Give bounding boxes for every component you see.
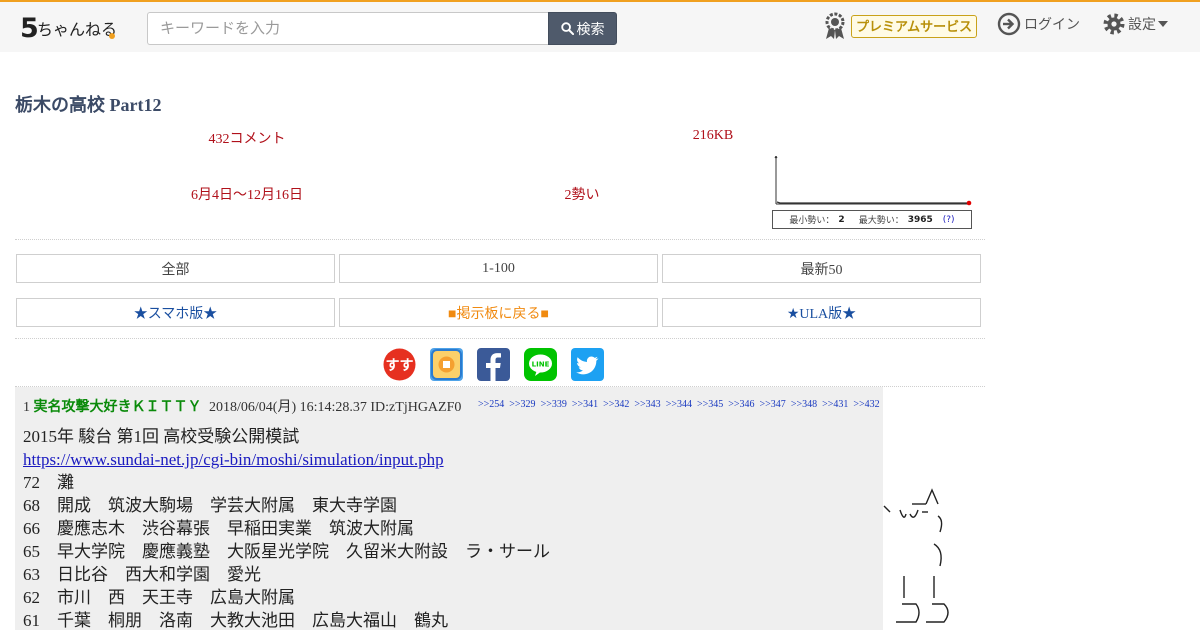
- post-number[interactable]: 1: [23, 400, 30, 415]
- back-to-board-button[interactable]: ■掲示板に戻る■: [339, 298, 658, 327]
- login-icon: [997, 12, 1021, 36]
- facebook-icon: [486, 353, 501, 381]
- settings-menu[interactable]: 設定: [1102, 12, 1168, 36]
- smartphone-version-button[interactable]: ★スマホ版★: [16, 298, 335, 327]
- divider: [15, 239, 985, 240]
- date-range: 6月4日〜12月16日: [191, 188, 303, 203]
- range-button[interactable]: 1-100: [339, 254, 658, 283]
- line-icon: LINE: [524, 348, 557, 381]
- search-input[interactable]: [147, 12, 549, 45]
- reply-link[interactable]: >>348: [791, 399, 817, 410]
- show-all-button[interactable]: 全部: [16, 254, 335, 283]
- share-hatena-button[interactable]: [430, 348, 463, 381]
- post-line: 63 日比谷 西大和学園 愛光: [23, 565, 261, 584]
- svg-text:LINE: LINE: [532, 361, 550, 369]
- post-line: 72 灘: [23, 473, 74, 492]
- ascii-art-cat: [883, 488, 949, 623]
- header-bar: 5 ちゃんねる 検索 プレミアムサービス ログイン: [0, 0, 1200, 52]
- settings-label: 設定: [1128, 16, 1156, 32]
- post-line: 65 早大学院 慶應義塾 大阪星光学院 久留米大附設 ラ・サール: [23, 542, 550, 561]
- post-line: 61 千葉 桐朋 洛南 大教大池田 広島大福山 鶴丸: [23, 611, 448, 630]
- comment-count: 432コメント: [208, 132, 286, 147]
- login-label: ログイン: [1024, 16, 1080, 32]
- search-button[interactable]: 検索: [548, 12, 617, 45]
- award-icon: [825, 12, 845, 39]
- post-line: 62 市川 西 天王寺 広島大附属: [23, 588, 295, 607]
- twitter-icon: [576, 356, 599, 375]
- premium-link[interactable]: プレミアムサービス: [823, 12, 978, 40]
- reply-link[interactable]: >>346: [728, 399, 754, 410]
- reply-link[interactable]: >>347: [760, 399, 786, 410]
- reply-link[interactable]: >>329: [509, 399, 535, 410]
- search-icon: [560, 22, 574, 35]
- graph-max: 3965: [907, 214, 933, 225]
- caret-down-icon: [1158, 21, 1168, 27]
- post-line: 2015年 駿台 第1回 高校受験公開模試: [23, 427, 300, 446]
- post-author: 実名攻撃大好きＫＩＴＴＹ: [33, 400, 202, 415]
- ula-version-button[interactable]: ★ULA版★: [662, 298, 981, 327]
- thread-title: 栃木の高校 Part12: [15, 95, 162, 115]
- post-id[interactable]: ID:zTjHGAZF0: [370, 400, 461, 415]
- graph-legend: 最小勢い： 2 最大勢い： 3965 (?): [772, 210, 972, 229]
- divider: [15, 338, 985, 339]
- site-logo[interactable]: 5 ちゃんねる: [20, 10, 116, 44]
- reply-links: >>254 >>329 >>339 >>341 >>342 >>343 >>344 >>345…: [478, 399, 885, 410]
- svg-text:5: 5: [20, 13, 39, 44]
- thread-size: 216KB: [692, 128, 734, 143]
- latest-button[interactable]: 最新50: [662, 254, 981, 283]
- graph-max-label: 最大勢い：: [858, 216, 904, 226]
- gear-icon: [1103, 13, 1125, 35]
- reply-link[interactable]: >>344: [666, 399, 692, 410]
- post-line: 66 慶應志木 渋谷幕張 早稲田実業 筑波大附属: [23, 519, 414, 538]
- post-datetime: 2018/06/04(月) 16:14:28.37: [209, 400, 367, 415]
- post-header: 1 実名攻撃大好きＫＩＴＴＹ 2018/06/04(月) 16:14:28.37…: [23, 396, 461, 416]
- momentum-graph: [774, 156, 972, 206]
- share-facebook-button[interactable]: [477, 348, 510, 381]
- reply-link[interactable]: >>431: [822, 399, 848, 410]
- share-twitter-button[interactable]: [571, 348, 604, 381]
- reply-link[interactable]: >>345: [697, 399, 723, 410]
- share-susu-button[interactable]: すす: [383, 348, 416, 381]
- reply-link[interactable]: >>341: [572, 399, 598, 410]
- reply-link[interactable]: >>339: [541, 399, 567, 410]
- susu-icon: すす: [383, 348, 416, 381]
- reply-link[interactable]: >>432: [853, 399, 879, 410]
- post-body: 2015年 駿台 第1回 高校受験公開模試 https://www.sundai…: [23, 425, 550, 630]
- post-line: 68 開成 筑波大駒場 学芸大附属 東大寺学園: [23, 496, 397, 515]
- post-url-link[interactable]: https://www.sundai-net.jp/cgi-bin/moshi/…: [23, 450, 444, 469]
- bookmark-icon: [431, 349, 462, 380]
- login-link[interactable]: ログイン: [997, 12, 1080, 36]
- graph-min: 2: [838, 214, 845, 225]
- reply-link[interactable]: >>254: [478, 399, 504, 410]
- reply-link[interactable]: >>343: [634, 399, 660, 410]
- premium-badge: プレミアムサービス: [851, 14, 978, 38]
- search-button-label: 検索: [576, 20, 605, 37]
- momentum: 2勢い: [564, 188, 600, 203]
- post-1: 1 実名攻撃大好きＫＩＴＴＹ 2018/06/04(月) 16:14:28.37…: [15, 387, 883, 630]
- svg-text:すす: すす: [386, 358, 414, 374]
- svg-text:ちゃんねる: ちゃんねる: [37, 20, 116, 39]
- graph-min-label: 最小勢い：: [789, 216, 835, 226]
- reply-link[interactable]: >>342: [603, 399, 629, 410]
- share-line-button[interactable]: LINE: [524, 348, 557, 381]
- graph-help-link[interactable]: (?): [943, 215, 955, 225]
